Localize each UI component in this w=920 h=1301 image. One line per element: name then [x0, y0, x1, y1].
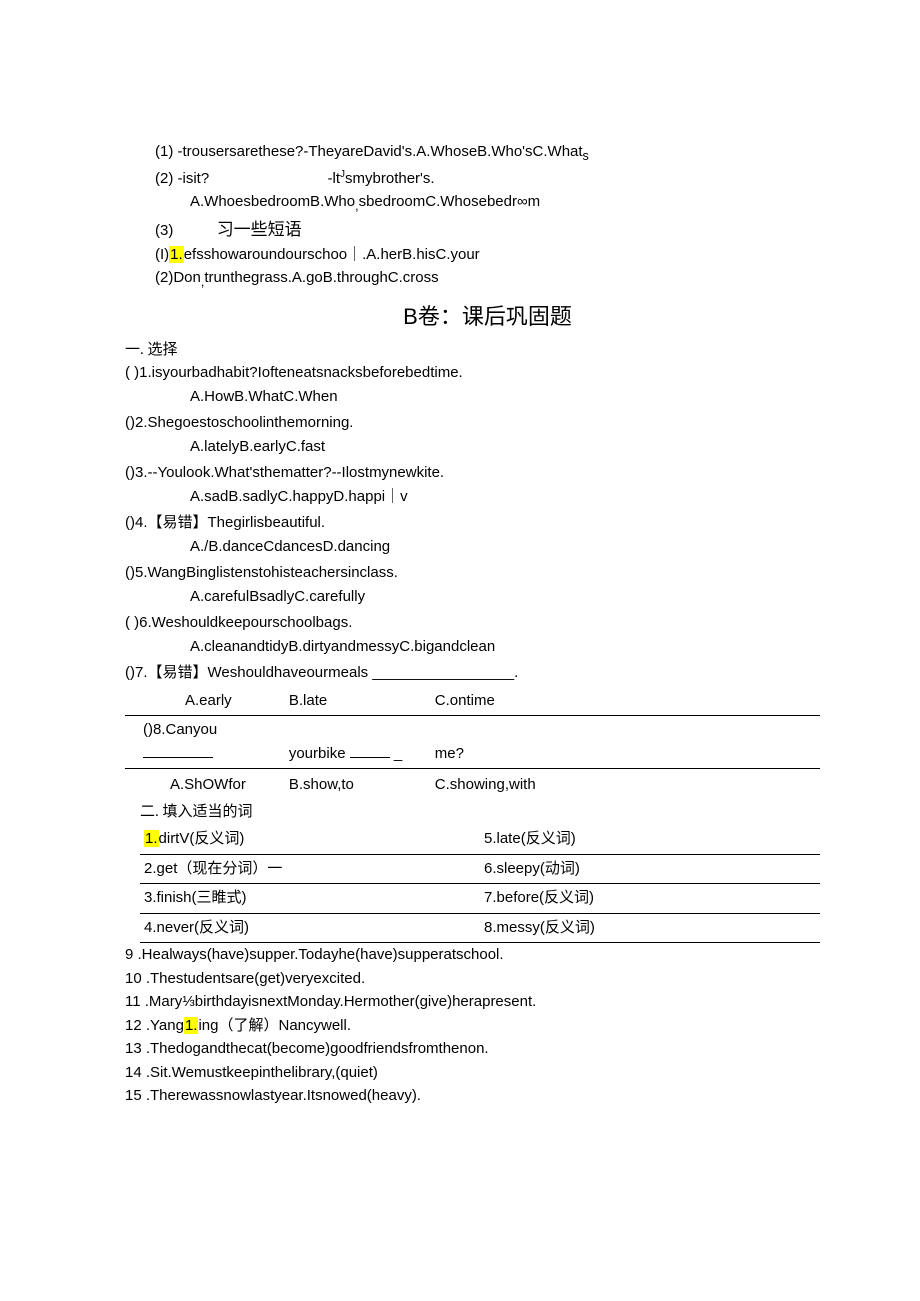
tbl1-r1: A.early B.late C.ontime [125, 687, 820, 716]
pre-q1-text: (1) -trousersarethese?-TheyareDavid's.A.… [155, 143, 583, 160]
s1-q5a: ()5.WangBinglistenstohisteachersinclass. [125, 562, 820, 585]
pre-q1-sub: s [583, 149, 589, 163]
pre-i1: (I)1.efsshowaroundourschoo｜.A.herB.hisC.… [155, 244, 820, 267]
s1-q4a: ()4.【易错】Thegirlisbeautiful. [125, 512, 820, 535]
pre-q2c-t: smybrother's. [345, 170, 435, 187]
option-table-1: A.early B.late C.ontime ()8.Canyou yourb… [125, 687, 820, 770]
tbl1-r3c1: A.ShOWfor [125, 771, 285, 800]
ft-r4: 4.never(反义词) 8.messy(反义词) [140, 913, 820, 943]
ft-r3: 3.finish(三睢式) 7.before(反义词) [140, 884, 820, 914]
s3-l12a: 12 .Yang [125, 1017, 184, 1034]
pre-q2a: (2) -isit? -ltJsmybrother's. [155, 167, 820, 191]
ft-r1l: 1.dirtV(反义词) [140, 825, 480, 854]
tbl1-r1c1: A.early [125, 687, 285, 716]
s1-q3b: A.sadB.sadlyC.happyD.happi｜v [155, 486, 820, 509]
s3-l14: 14 .Sit.Wemustkeepinthelibrary,(quiet) [125, 1062, 820, 1085]
pre-q2-ans-b: sbedroomC.Whosebedr∞m [359, 193, 541, 210]
s3-l12b: ing（了解）Nancywell. [198, 1017, 351, 1034]
pre-q2-ans: A.WhoesbedroomB.Who,sbedroomC.Whosebedr∞… [155, 191, 820, 216]
s3-l11: 11 .Mary⅓birthdayisnextMonday.Hermother(… [125, 991, 820, 1014]
pre-q1: (1) -trousersarethese?-TheyareDavid's.A.… [155, 141, 820, 166]
pre-q2-ans-a: A.WhoesbedroomB.Who [190, 193, 355, 210]
sec1-head: 一. 选择 [125, 339, 820, 362]
option-table-1b: A.ShOWfor B.show,to C.showing,with [125, 771, 820, 800]
tbl1-r3c2: B.show,to [285, 771, 431, 800]
sec2-head: 二. 填入适当的词 [140, 801, 820, 824]
ft-r3r: 7.before(反义词) [480, 884, 820, 914]
s3-l9: 9 .Healways(have)supper.Todayhe(have)sup… [125, 944, 820, 967]
s1-q3a: ()3.--Youlook.What'sthematter?--Ilostmyn… [125, 462, 820, 485]
tbl1-r2c1: ()8.Canyou [125, 716, 285, 769]
ft-r1: 1.dirtV(反义词) 5.late(反义词) [140, 825, 820, 854]
pre-q2a-t: (2) -isit? [155, 170, 209, 187]
s1-q6b: A.cleanandtidyB.dirtyandmessyC.bigandcle… [155, 636, 820, 659]
pre-i2-a: (2)Don [155, 269, 201, 286]
s3-l10: 10 .Thestudentsare(get)veryexcited. [125, 968, 820, 991]
ft-r2: 2.get（现在分词）一 6.sleepy(动词) [140, 854, 820, 884]
s1-q6a: ( )6.Weshouldkeepourschoolbags. [125, 612, 820, 635]
pre-i2: (2)Don,trunthegrass.A.goB.throughC.cross [155, 267, 820, 292]
tbl1-r2c2: yourbike _ [285, 716, 431, 769]
tbl1-r3c3: C.showing,with [431, 771, 820, 800]
s1-q4b: A./B.danceCdancesD.dancing [155, 536, 820, 559]
pre-i2-b: trunthegrass.A.goB.throughC.cross [204, 269, 438, 286]
pre-q3-num: (3) [155, 222, 173, 239]
s1-q5b: A.carefulBsadlyC.carefully [155, 586, 820, 609]
pre-i1-rest: efsshowaroundourschoo｜.A.herB.hisC.your [184, 246, 480, 263]
s1-q1b: A.HowB.WhatC.When [155, 386, 820, 409]
ft-r1r: 5.late(反义词) [480, 825, 820, 854]
ft-r2l: 2.get（现在分词）一 [140, 854, 480, 884]
tbl1-r3: A.ShOWfor B.show,to C.showing,with [125, 771, 820, 800]
s1-q2a: ()2.Shegoestoschoolinthemorning. [125, 412, 820, 435]
pre-q3: (3) 习一些短语 [155, 217, 820, 243]
s3-l12: 12 .Yang1.ing（了解）Nancywell. [125, 1015, 820, 1038]
ft-r3l: 3.finish(三睢式) [140, 884, 480, 914]
pre-q2b-t: -lt [328, 170, 341, 187]
pre-i1-pre: (I) [155, 246, 169, 263]
s1-q2b: A.latelyB.earlyC.fast [155, 436, 820, 459]
s3-l12hl: 1. [184, 1017, 199, 1034]
pre-q3-han: 习一些短语 [217, 220, 302, 239]
page-title: B卷：课后巩固题 [155, 300, 820, 333]
s3-l15: 15 .Therewassnowlastyear.Itsnowed(heavy)… [125, 1085, 820, 1108]
ft-r4l: 4.never(反义词) [140, 913, 480, 943]
ft-r4r: 8.messy(反义词) [480, 913, 820, 943]
tbl1-r1c2: B.late [285, 687, 431, 716]
tbl1-r2: ()8.Canyou yourbike _ me? [125, 716, 820, 769]
s3-l13: 13 .Thedogandthecat(become)goodfriendsfr… [125, 1038, 820, 1061]
s1-q7a: ()7.【易错】Weshouldhaveourmeals ___________… [125, 662, 820, 685]
ft-r2r: 6.sleepy(动词) [480, 854, 820, 884]
pre-i1-hl: 1. [169, 246, 184, 263]
tbl1-r1c3: C.ontime [431, 687, 820, 716]
fill-table: 1.dirtV(反义词) 5.late(反义词) 2.get（现在分词）一 6.… [140, 825, 820, 943]
tbl1-r2c3: me? [431, 716, 820, 769]
s1-q1a: ( )1.isyourbadhabit?Iofteneatsnacksbefor… [125, 362, 820, 385]
page-title-text: 卷：课后巩固题 [418, 304, 572, 329]
